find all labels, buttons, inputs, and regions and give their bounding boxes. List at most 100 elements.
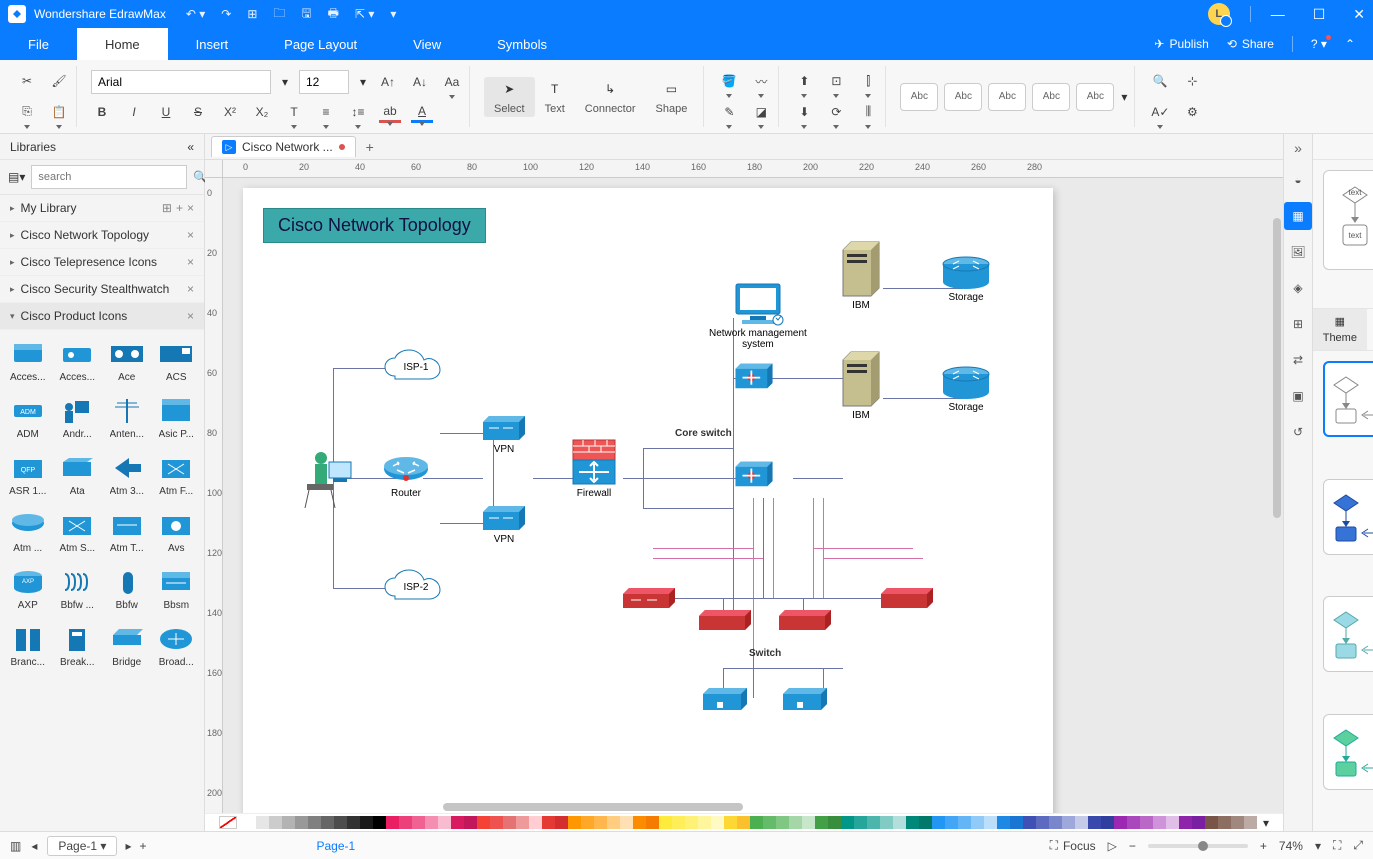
copy-button[interactable]: ⎘ [16,101,38,123]
underline-button[interactable]: U [155,101,177,123]
color-swatch[interactable] [347,816,360,829]
color-swatch[interactable] [880,816,893,829]
lib-item-cisco-topology[interactable]: ▸Cisco Network Topology× [0,222,204,249]
canvas-hscrollbar[interactable] [443,803,743,811]
style-preset-2[interactable]: Abc [944,83,982,111]
color-swatch[interactable] [490,816,503,829]
node-core1[interactable] [731,360,777,390]
group-button[interactable]: ⊡ [825,70,847,92]
node-redswitch3[interactable] [777,608,833,630]
color-swatch[interactable] [841,816,854,829]
color-swatch[interactable] [568,816,581,829]
color-swatch[interactable] [828,816,841,829]
font-name-dropdown[interactable]: ▾ [281,75,289,89]
color-swatch[interactable] [1140,816,1153,829]
color-swatch[interactable] [763,816,776,829]
send-back-button[interactable]: ⬇ [793,101,815,123]
color-swatch[interactable] [750,816,763,829]
window-minimize[interactable]: — [1271,6,1285,23]
options-button[interactable]: ⚙ [1181,101,1203,123]
shape-atm-s-[interactable]: Atm S... [56,507,100,558]
bold-button[interactable]: B [91,101,113,123]
shape-acces-[interactable]: Acces... [56,336,100,387]
shape-branc-[interactable]: Branc... [6,621,50,672]
theme-option-5[interactable] [1323,596,1373,672]
color-swatch[interactable] [945,816,958,829]
highlight-color-button[interactable]: ab [379,101,401,123]
connector-tool[interactable]: ↳Connector [575,77,646,117]
superscript-button[interactable]: X² [219,101,241,123]
color-swatch[interactable] [451,816,464,829]
canvas[interactable]: Cisco Network Topology [223,178,1283,813]
color-swatch[interactable] [594,816,607,829]
color-swatch[interactable] [854,816,867,829]
node-router[interactable]: Router [383,456,429,499]
node-redswitch4[interactable] [879,586,935,608]
qat-undo[interactable]: ↶ ▾ [186,7,205,21]
document-tab[interactable]: ▷ Cisco Network ... [211,136,356,157]
add-document-tab[interactable]: + [360,139,380,155]
qat-print[interactable]: 🖶 [328,4,339,25]
style-preset-more[interactable]: ▾ [1120,90,1128,104]
tool-format[interactable]: ▦ [1284,202,1312,230]
shape-bbsm[interactable]: Bbsm [155,564,199,615]
node-isp2[interactable]: ISP-2 [383,568,449,604]
color-swatch[interactable] [685,816,698,829]
shadow-button[interactable]: ◪ [750,101,772,123]
color-swatch[interactable] [646,816,659,829]
color-swatch[interactable] [1205,816,1218,829]
line-color-button[interactable]: ✎ [718,101,740,123]
color-swatch[interactable] [984,816,997,829]
color-swatch[interactable] [373,816,386,829]
style-preset-4[interactable]: Abc [1032,83,1070,111]
font-size-combo[interactable] [299,70,349,94]
text-tool[interactable]: TText [535,77,575,117]
qat-save[interactable]: 🖫 [301,4,311,25]
window-close[interactable]: ✕ [1353,6,1365,23]
shape-atm-3-[interactable]: Atm 3... [105,450,149,501]
color-swatch[interactable] [1036,816,1049,829]
spell-check-button[interactable]: A✓ [1149,101,1171,123]
fullscreen-button[interactable]: ⤢ [1353,838,1363,853]
color-swatch[interactable] [386,816,399,829]
node-isp1[interactable]: ISP-1 [383,348,449,384]
node-storage1[interactable]: Storage [941,256,991,303]
shape-bridge[interactable]: Bridge [105,621,149,672]
color-swatch[interactable] [997,816,1010,829]
color-swatch[interactable] [503,816,516,829]
theme-option-3[interactable] [1323,479,1373,555]
zoom-value[interactable]: 74% [1279,839,1303,853]
shape-tool[interactable]: ▭Shape [646,77,698,117]
color-swatch[interactable] [1192,816,1205,829]
color-swatch[interactable] [1049,816,1062,829]
font-size-dropdown[interactable]: ▾ [359,75,367,89]
color-swatch[interactable] [620,816,633,829]
color-swatch[interactable] [906,816,919,829]
tool-history[interactable]: ↺ [1284,418,1312,446]
color-swatch[interactable] [269,816,282,829]
color-swatch[interactable] [295,816,308,829]
canvas-vscrollbar[interactable] [1273,218,1281,518]
shape-axp[interactable]: AXPAXP [6,564,50,615]
tab-view[interactable]: View [385,28,469,60]
node-smallswitch1[interactable] [701,686,749,710]
library-search-input[interactable] [31,165,187,189]
node-ibm2[interactable]: IBM [841,348,881,421]
color-swatch[interactable] [724,816,737,829]
shape-atm-t-[interactable]: Atm T... [105,507,149,558]
shape-andr-[interactable]: Andr... [56,393,100,444]
zoom-in-button[interactable]: + [1260,839,1267,853]
color-swatch[interactable] [334,816,347,829]
strikethrough-button[interactable]: S [187,101,209,123]
color-swatch[interactable] [737,816,750,829]
color-swatch[interactable] [711,816,724,829]
shape-acs[interactable]: ACS [155,336,199,387]
color-swatch[interactable] [243,816,256,829]
style-preset-3[interactable]: Abc [988,83,1026,111]
italic-button[interactable]: I [123,101,145,123]
theme-option-7[interactable] [1323,714,1373,790]
color-swatch[interactable] [893,816,906,829]
color-swatch[interactable] [1231,816,1244,829]
color-swatch[interactable] [919,816,932,829]
align-button[interactable]: ⫿ [857,70,879,92]
